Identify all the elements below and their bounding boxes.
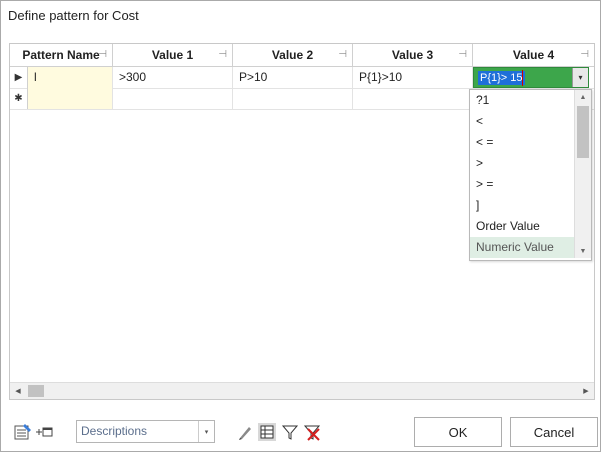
pin-icon[interactable]: ⊣ bbox=[458, 49, 467, 60]
horizontal-scrollbar[interactable]: ◀ ▶ bbox=[10, 382, 594, 399]
dropdown-item[interactable]: < bbox=[470, 111, 574, 132]
filter-icon[interactable] bbox=[281, 423, 299, 441]
scroll-up-icon[interactable]: ▲ bbox=[575, 90, 591, 104]
cell-pattern-name[interactable]: l bbox=[28, 67, 113, 88]
chevron-down-icon[interactable]: ▾ bbox=[572, 68, 588, 87]
view-mode-select[interactable]: Descriptions ▾ bbox=[76, 420, 215, 443]
dropdown-scrollbar[interactable]: ▲ ▼ bbox=[574, 90, 591, 258]
column-header-pattern-name[interactable]: Pattern Name ⊣ bbox=[10, 44, 113, 66]
view-mode-value: Descriptions bbox=[81, 424, 148, 438]
value-dropdown-list[interactable]: ?1 < < = > > = ] Order Value Numeric Val… bbox=[469, 89, 592, 261]
dialog-title: Define pattern for Cost bbox=[8, 8, 139, 23]
cancel-button[interactable]: Cancel bbox=[510, 417, 598, 447]
chevron-down-icon[interactable]: ▾ bbox=[198, 421, 214, 442]
scroll-right-icon[interactable]: ▶ bbox=[578, 383, 594, 399]
scroll-thumb[interactable] bbox=[28, 385, 44, 397]
column-header-value-4[interactable]: Value 4 ⊣ bbox=[473, 44, 594, 66]
pin-icon[interactable]: ⊣ bbox=[98, 49, 107, 60]
cell-value-1[interactable]: >300 bbox=[113, 67, 233, 88]
cell-value-2[interactable] bbox=[233, 88, 353, 109]
dialog-window: Define pattern for Cost Pattern Name ⊣ V… bbox=[0, 0, 601, 452]
cell-value-1[interactable] bbox=[113, 88, 233, 109]
value-4-editor[interactable]: P{1}> 15 ▾ bbox=[473, 67, 589, 88]
dropdown-item[interactable]: Order Value bbox=[470, 216, 574, 237]
dropdown-item[interactable]: > bbox=[470, 153, 574, 174]
pin-icon[interactable]: ⊣ bbox=[338, 49, 347, 60]
column-header-label: Value 2 bbox=[271, 48, 314, 62]
column-header-value-3[interactable]: Value 3 ⊣ bbox=[353, 44, 473, 66]
column-header-label: Value 4 bbox=[512, 48, 555, 62]
column-header-label: Value 1 bbox=[151, 48, 194, 62]
clear-filter-icon[interactable] bbox=[303, 423, 321, 441]
properties-icon[interactable] bbox=[14, 423, 32, 441]
dropdown-item[interactable]: ] bbox=[470, 195, 574, 216]
column-header-value-2[interactable]: Value 2 ⊣ bbox=[233, 44, 353, 66]
cell-value-2[interactable]: P>10 bbox=[233, 67, 353, 88]
insert-column-icon[interactable] bbox=[35, 423, 53, 441]
dropdown-item[interactable]: > = bbox=[470, 174, 574, 195]
cell-value-3[interactable]: P{1}>10 bbox=[353, 67, 473, 88]
cell-value-3[interactable] bbox=[353, 88, 473, 109]
row-indicator-icon: ▶ bbox=[10, 67, 28, 88]
dropdown-item[interactable]: < = bbox=[470, 132, 574, 153]
grid-header: Pattern Name ⊣ Value 1 ⊣ Value 2 ⊣ Value… bbox=[10, 44, 594, 67]
text-cursor bbox=[522, 70, 523, 86]
pencil-icon[interactable] bbox=[236, 423, 254, 441]
dropdown-item-highlighted[interactable]: Numeric Value bbox=[470, 237, 574, 258]
scroll-left-icon[interactable]: ◀ bbox=[10, 383, 26, 399]
editor-text[interactable]: P{1}> 15 bbox=[478, 71, 525, 85]
pin-icon[interactable]: ⊣ bbox=[580, 49, 589, 60]
cell-pattern-name[interactable] bbox=[28, 88, 113, 109]
column-header-label: Value 3 bbox=[391, 48, 434, 62]
column-header-value-1[interactable]: Value 1 ⊣ bbox=[113, 44, 233, 66]
scroll-thumb[interactable] bbox=[577, 106, 589, 158]
new-row-icon: ✱ bbox=[10, 88, 28, 109]
scroll-down-icon[interactable]: ▼ bbox=[575, 244, 591, 258]
dropdown-item[interactable]: ?1 bbox=[470, 90, 574, 111]
ok-button[interactable]: OK bbox=[414, 417, 502, 447]
column-header-label: Pattern Name bbox=[22, 48, 100, 62]
pin-icon[interactable]: ⊣ bbox=[218, 49, 227, 60]
grid-view-icon[interactable] bbox=[258, 423, 276, 441]
